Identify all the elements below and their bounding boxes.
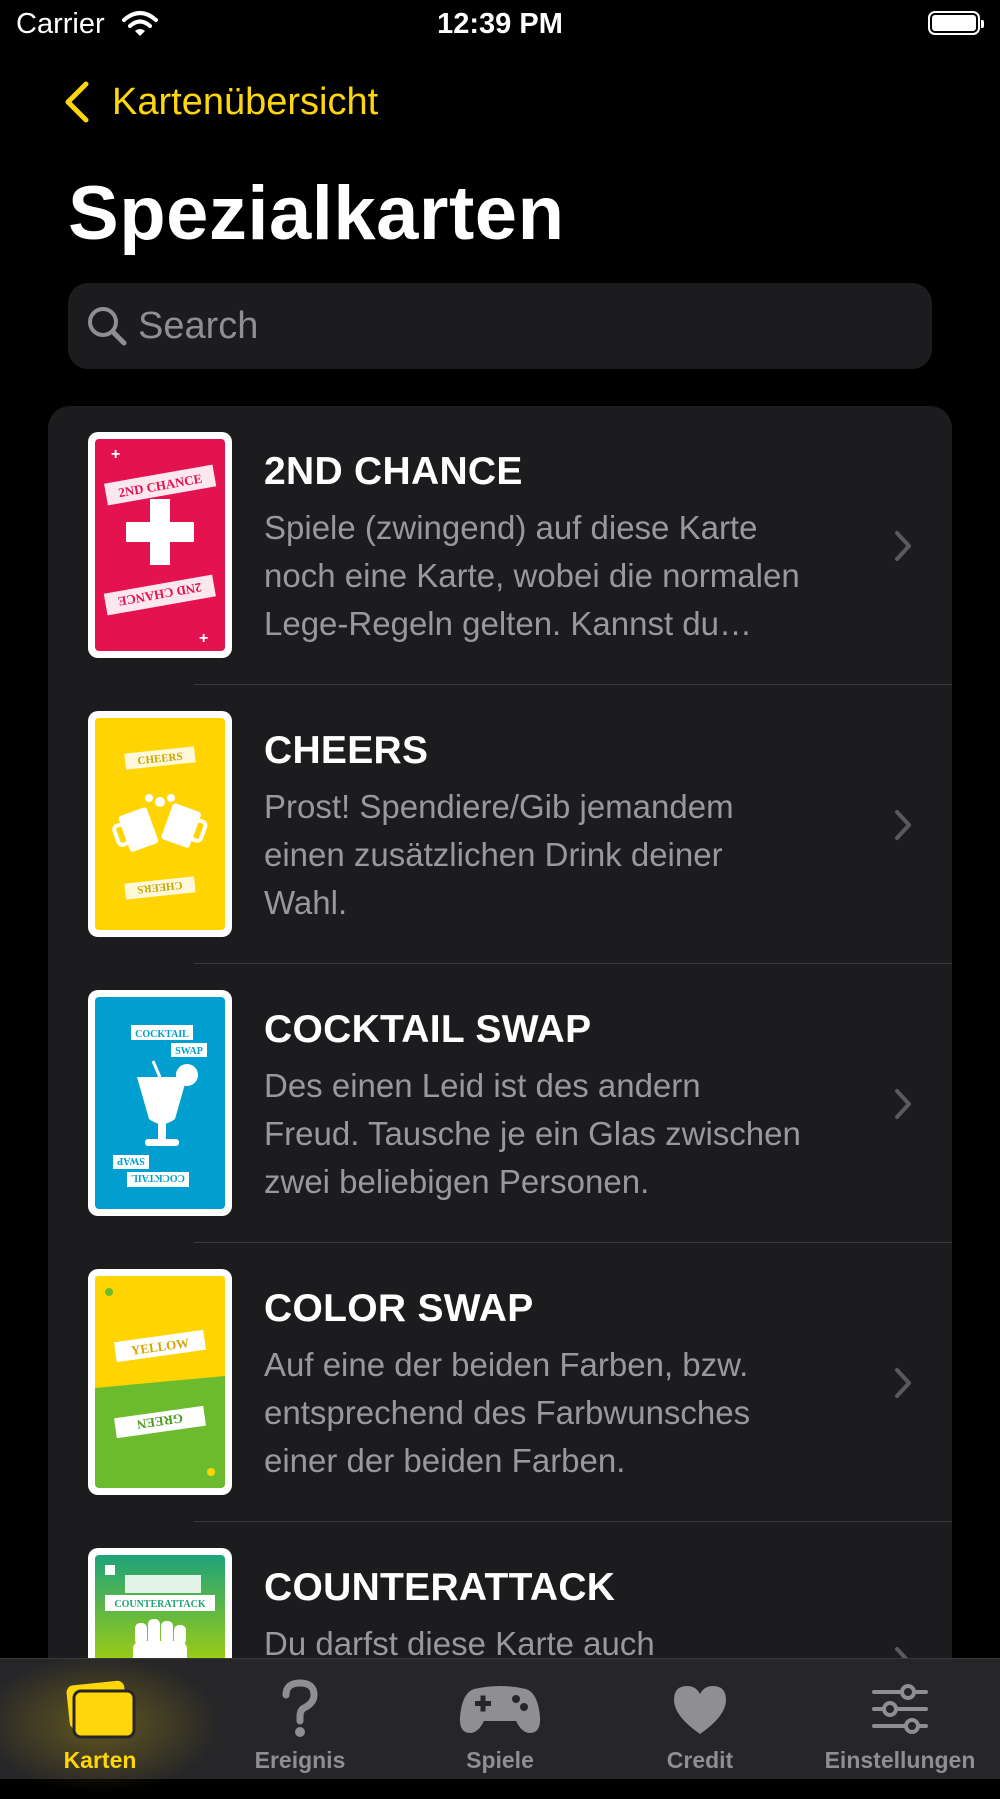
list-item[interactable]: + + 2ND CHANCE 2ND CHANCE 2ND CHANCE Spi… xyxy=(48,406,952,685)
list-item[interactable]: CHEERS CHEERS CHEERS Prost! Spendiere/Gi… xyxy=(48,685,952,964)
item-title: 2ND CHANCE xyxy=(264,450,523,493)
chevron-right-icon xyxy=(895,1647,909,1658)
cards-icon xyxy=(66,1680,136,1739)
tab-karten[interactable]: Karten xyxy=(0,1649,230,1799)
list-item[interactable]: COCKTAIL SWAP COCKTAIL SWAP COCKTAIL SWA… xyxy=(48,964,952,1243)
item-description: Des einen Leid ist des andern Freud. Tau… xyxy=(264,1067,801,1200)
item-title: COLOR SWAP xyxy=(264,1287,534,1330)
item-description: Du darfst diese Karte auch xyxy=(264,1625,655,1658)
battery-icon xyxy=(928,11,984,35)
search-input[interactable]: Search xyxy=(68,283,932,369)
search-icon xyxy=(88,307,127,346)
svg-text:+: + xyxy=(111,446,120,463)
item-description: Spiele (zwingend) auf diese Karte noch e… xyxy=(264,509,800,642)
svg-text:+: + xyxy=(199,630,208,647)
question-mark-icon xyxy=(282,1679,318,1737)
card-thumbnail: YELLOW GREEN xyxy=(88,1269,232,1495)
tab-ereignis[interactable]: Ereignis xyxy=(200,1659,400,1779)
card-face: YELLOW GREEN xyxy=(95,1276,225,1488)
card-thumbnail: + + 2ND CHANCE 2ND CHANCE xyxy=(88,432,232,658)
card-banner-2: SWAP xyxy=(175,1046,203,1057)
tab-label: Karten xyxy=(63,1747,137,1773)
tab-spiele[interactable]: Spiele xyxy=(400,1659,600,1779)
tab-label: Spiele xyxy=(466,1747,534,1773)
chevron-left-icon xyxy=(65,81,89,123)
color-split-icon xyxy=(95,1276,225,1488)
tab-label: Credit xyxy=(666,1747,734,1773)
card-thumbnail: COUNTERATTACK xyxy=(88,1548,232,1658)
heart-icon xyxy=(674,1686,726,1734)
item-description: Auf eine der beiden Farben, bzw. entspre… xyxy=(264,1346,751,1479)
search-placeholder: Search xyxy=(138,304,259,347)
tab-einstellungen[interactable]: Einstellungen xyxy=(800,1659,1000,1779)
card-face: + + 2ND CHANCE 2ND CHANCE xyxy=(95,439,225,651)
back-label: Kartenübersicht xyxy=(112,80,379,123)
item-title: COCKTAIL SWAP xyxy=(264,1008,592,1051)
tab-label: Ereignis xyxy=(254,1747,346,1773)
card-banner-flipped: COCKTAIL xyxy=(131,1172,185,1183)
card-banner-2-flipped: SWAP xyxy=(117,1155,145,1166)
chevron-right-icon xyxy=(895,1089,911,1119)
page-title: Spezialkarten xyxy=(68,171,565,256)
card-face: COUNTERATTACK xyxy=(95,1555,225,1658)
item-title: COUNTERATTACK xyxy=(264,1566,616,1609)
sliders-icon xyxy=(872,1684,928,1734)
chevron-right-icon xyxy=(895,1368,911,1398)
card-thumbnail: CHEERS CHEERS xyxy=(88,711,232,937)
tab-label: Einstellungen xyxy=(824,1747,976,1773)
card-list: + + 2ND CHANCE 2ND CHANCE 2ND CHANCE Spi… xyxy=(48,406,952,1658)
chevron-right-icon xyxy=(895,810,911,840)
status-time: 12:39 PM xyxy=(437,8,563,40)
status-bar: Carrier 12:39 PM xyxy=(0,0,1000,50)
gamepad-icon xyxy=(459,1686,541,1733)
list-item[interactable]: YELLOW GREEN COLOR SWAP Auf eine der bei… xyxy=(48,1243,952,1522)
tab-bar: Karten Ereignis Spiele Credit Einstellun… xyxy=(0,1649,1000,1799)
item-description: Prost! Spendiere/Gib jemandem einen zusä… xyxy=(264,788,734,921)
item-title: CHEERS xyxy=(264,729,429,772)
list-item[interactable]: COUNTERATTACK COUNTERATTACK Du darfst di… xyxy=(48,1522,952,1658)
back-button[interactable]: Kartenübersicht xyxy=(64,78,378,126)
card-banner: COCKTAIL xyxy=(135,1029,189,1040)
card-face: CHEERS CHEERS xyxy=(95,718,225,930)
card-banner: COUNTERATTACK xyxy=(114,1599,206,1610)
card-face: COCKTAIL SWAP COCKTAIL SWAP xyxy=(95,997,225,1209)
chevron-right-icon xyxy=(895,531,911,561)
card-thumbnail: COCKTAIL SWAP COCKTAIL SWAP xyxy=(88,990,232,1216)
tab-credit[interactable]: Credit xyxy=(600,1659,800,1779)
